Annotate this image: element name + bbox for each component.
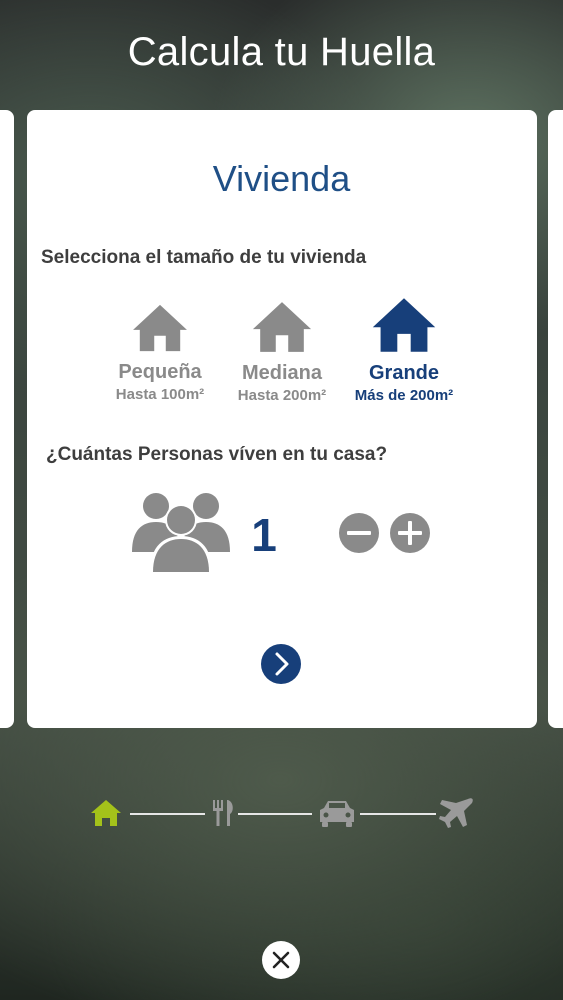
house-icon — [372, 298, 436, 352]
increase-button[interactable] — [389, 512, 431, 554]
close-button[interactable] — [261, 940, 301, 980]
airplane-icon[interactable] — [439, 798, 473, 828]
size-option-detail: Hasta 100m² — [115, 386, 205, 403]
people-count: 1 — [251, 509, 277, 561]
next-card[interactable] — [548, 110, 563, 728]
utensils-icon[interactable] — [213, 800, 233, 826]
size-option-label: Grande — [368, 362, 440, 384]
car-icon[interactable] — [320, 801, 354, 827]
house-icon — [133, 304, 187, 352]
next-button[interactable] — [260, 643, 302, 685]
size-option-small[interactable]: Pequeña Hasta 100m² — [95, 303, 225, 403]
size-option-detail: Más de 200m² — [354, 387, 454, 404]
card-title: Vivienda — [212, 158, 351, 199]
size-question: Selecciona el tamaño de tu vivienda — [41, 247, 367, 268]
size-option-detail: Hasta 200m² — [237, 387, 327, 404]
page-title: Calcula tu Huella — [127, 30, 436, 74]
size-option-large[interactable]: Grande Más de 200m² — [339, 296, 469, 404]
people-question: ¿Cuántas Personas víven en tu casa? — [46, 444, 388, 465]
size-option-medium[interactable]: Mediana Hasta 200m² — [217, 300, 347, 404]
decrease-button[interactable] — [338, 512, 380, 554]
home-icon[interactable] — [91, 800, 121, 826]
size-option-label: Pequeña — [118, 361, 202, 383]
size-option-label: Mediana — [241, 362, 323, 384]
people-icon — [132, 493, 230, 572]
housing-card — [27, 110, 537, 728]
house-icon — [252, 302, 312, 352]
progress-steps — [91, 798, 473, 828]
previous-card[interactable] — [0, 110, 14, 728]
